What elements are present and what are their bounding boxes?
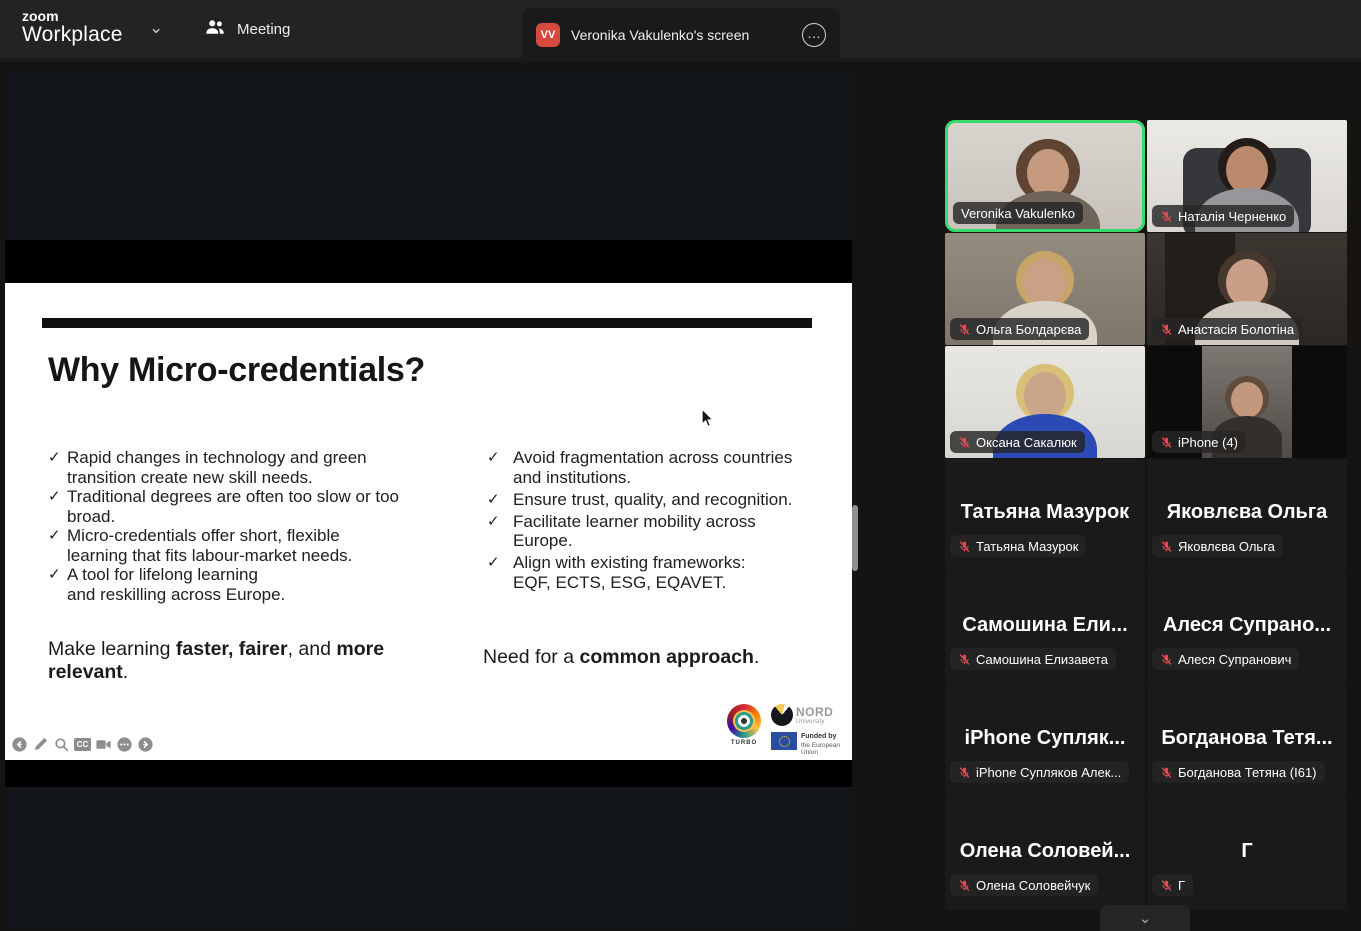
collapse-gallery-button[interactable]: ⌄: [1100, 905, 1190, 931]
tab-screen-share[interactable]: VV Veronika Vakulenko's screen …: [522, 8, 840, 62]
participant-name-badge: Ольга Болдарєва: [950, 318, 1089, 340]
audio-tile[interactable]: Олена Соловей... Олена Соловейчук: [945, 798, 1145, 910]
audio-tile[interactable]: Яковлєва Ольга Яковлєва Ольга: [1147, 459, 1347, 571]
nord-logo-name: NORD: [796, 705, 833, 719]
bullet-item: ✓A tool for lifelong learning and reskil…: [48, 565, 418, 604]
bullet-item: ✓Traditional degrees are often too slow …: [48, 487, 418, 526]
slide-title: Why Micro-credentials?: [48, 351, 425, 390]
tab-meeting-label: Meeting: [237, 21, 290, 38]
tab-screen-share-label: Veronika Vakulenko's screen: [571, 27, 791, 43]
video-tile-veronika-vakulenko[interactable]: Veronika Vakulenko: [945, 120, 1145, 232]
video-tile-iphone-4[interactable]: iPhone (4): [1147, 346, 1347, 458]
bullet-item: ✓Micro-credentials offer short, flexible…: [48, 526, 418, 565]
participant-name-badge: Оксана Сакалюк: [950, 431, 1085, 453]
video-tile-oksana-sakalyuk[interactable]: Оксана Сакалюк: [945, 346, 1145, 458]
audio-tile[interactable]: Татьяна Мазурок Татьяна Мазурок: [945, 459, 1145, 571]
audio-tile[interactable]: Богданова Тетя... Богданова Тетяна (І61): [1147, 685, 1347, 797]
magnifier-icon[interactable]: [53, 736, 70, 753]
participant-display-name: Самошина Ели...: [945, 614, 1145, 637]
nord-logo-subtitle: University: [796, 718, 825, 725]
participant-display-name: Алеся Супрано...: [1147, 614, 1347, 637]
presentation-slide: Why Micro-credentials? ✓Rapid changes in…: [5, 283, 852, 760]
nord-university-logo-icon: [771, 704, 793, 726]
audio-tile[interactable]: Самошина Ели... Самошина Елизавета: [945, 572, 1145, 684]
slide-left-column: ✓Rapid changes in technology and green t…: [48, 448, 418, 604]
participant-display-name: iPhone Супляк...: [945, 727, 1145, 750]
pen-icon[interactable]: [32, 736, 49, 753]
slide-accent-bar: [42, 318, 812, 328]
chevron-down-icon[interactable]: ⌄: [149, 18, 163, 38]
participant-name-badge: Анастасія Болотіна: [1152, 318, 1302, 340]
avatar: VV: [536, 23, 560, 47]
shared-screen-area: Why Micro-credentials? ✓Rapid changes in…: [5, 72, 852, 928]
participant-name-badge: Яковлєва Ольга: [1152, 535, 1283, 557]
zoom-workplace-logo: zoom Workplace: [22, 9, 123, 46]
participant-display-name: Татьяна Мазурок: [945, 501, 1145, 524]
bullet-item: ✓Rapid changes in technology and green t…: [48, 448, 418, 487]
video-tile-anastasia-bolotina[interactable]: Анастасія Болотіна: [1147, 233, 1347, 345]
participant-name-badge: Самошина Елизавета: [950, 648, 1116, 670]
participants-gallery: Veronika Vakulenko Наталія Черненко Ольг…: [945, 120, 1347, 928]
slide-letterbox-bottom: [5, 760, 852, 787]
participant-name-badge: Богданова Тетяна (І61): [1152, 761, 1325, 783]
slideshow-toolbar: CC: [11, 736, 154, 753]
bullet-item: ✓Avoid fragmentation across countries an…: [483, 448, 813, 487]
closed-captions-icon[interactable]: CC: [74, 738, 91, 751]
slide-right-column: ✓Avoid fragmentation across countries an…: [483, 448, 813, 595]
participant-name-badge: iPhone (4): [1152, 431, 1246, 453]
main-scrollbar-thumb[interactable]: [852, 505, 858, 571]
people-icon: [204, 16, 226, 42]
eu-funding-line2: the European Union: [801, 742, 847, 756]
mouse-cursor: [701, 408, 714, 428]
participant-name-badge: Олена Соловейчук: [950, 874, 1098, 896]
bullet-item: ✓Ensure trust, quality, and recognition.: [483, 490, 813, 510]
turbo-logo-label: TURBO: [723, 740, 765, 746]
slide-logos: TURBO NORD University Funded by the Euro…: [721, 701, 847, 756]
turbo-logo-icon: [727, 704, 761, 738]
bullet-item: ✓Facilitate learner mobility across Euro…: [483, 512, 813, 551]
eu-flag-icon: [771, 732, 797, 750]
slide-footer-right: Need for a common approach.: [483, 646, 813, 669]
audio-tile[interactable]: iPhone Супляк... iPhone Супляков Алек...: [945, 685, 1145, 797]
participant-name-badge: Алеся Супранович: [1152, 648, 1299, 670]
participant-name-badge: Г: [1152, 874, 1193, 896]
video-tile-olga-boldareva[interactable]: Ольга Болдарєва: [945, 233, 1145, 345]
participant-display-name: Богданова Тетя...: [1147, 727, 1347, 750]
eu-funding-line1: Funded by: [801, 733, 836, 740]
participant-name-badge: Наталія Черненко: [1152, 205, 1294, 227]
participant-name-badge: Татьяна Мазурок: [950, 535, 1086, 557]
participant-display-name: Олена Соловей...: [945, 840, 1145, 863]
more-options-icon[interactable]: …: [802, 23, 826, 47]
chevron-down-icon: ⌄: [1139, 909, 1152, 927]
camera-icon[interactable]: [95, 736, 112, 753]
video-tile-natalia-chernenko[interactable]: Наталія Черненко: [1147, 120, 1347, 232]
logo-workplace-text: Workplace: [22, 24, 123, 46]
participant-display-name: Г: [1147, 840, 1347, 863]
slide-letterbox-top: [5, 240, 852, 283]
participant-name-badge: iPhone Супляков Алек...: [950, 761, 1129, 783]
zoom-tab-bar: zoom Workplace ⌄ Meeting VV Veronika Vak…: [0, 0, 1361, 62]
next-slide-icon[interactable]: [137, 736, 154, 753]
bullet-item: ✓Align with existing frameworks: EQF, EC…: [483, 553, 813, 592]
logo-zoom-text: zoom: [22, 9, 123, 24]
participant-display-name: Яковлєва Ольга: [1147, 501, 1347, 524]
previous-slide-icon[interactable]: [11, 736, 28, 753]
slide-footer-left: Make learning faster, fairer, and more r…: [48, 638, 408, 684]
audio-tile[interactable]: Г Г: [1147, 798, 1347, 910]
audio-tile[interactable]: Алеся Супрано... Алеся Супранович: [1147, 572, 1347, 684]
more-options-icon[interactable]: [116, 736, 133, 753]
participant-name-badge: Veronika Vakulenko: [953, 202, 1083, 224]
tab-meeting[interactable]: Meeting: [204, 0, 290, 58]
